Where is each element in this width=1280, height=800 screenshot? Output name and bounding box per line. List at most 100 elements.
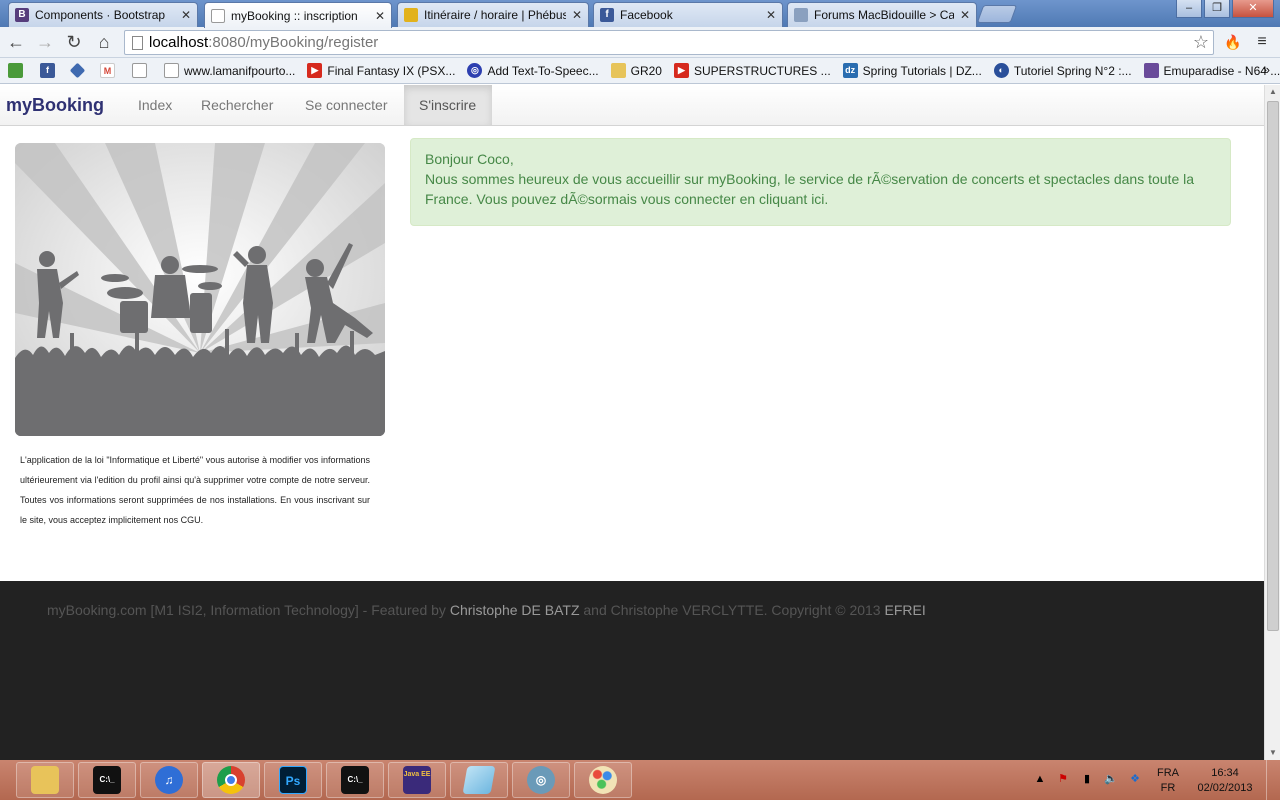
nav-sinscrire[interactable]: S'inscrire xyxy=(404,85,492,125)
success-alert: Bonjour Coco, Nous sommes heureux de vou… xyxy=(410,138,1231,226)
bookmarks-bar: f M www.lamanifpourto... ▶ Final Fantasy … xyxy=(0,58,1280,84)
concert-silhouette-image xyxy=(15,143,385,436)
page-icon xyxy=(132,36,143,50)
network-icon[interactable]: ▮ xyxy=(1080,772,1094,786)
bookmark-superstructures[interactable]: ▶ SUPERSTRUCTURES ... xyxy=(673,63,831,78)
more-bookmarks-icon[interactable]: » xyxy=(1263,62,1270,77)
clock-date: 02/02/2013 xyxy=(1197,782,1253,794)
url-host: localhost xyxy=(149,34,209,51)
close-icon[interactable]: ✕ xyxy=(572,8,582,22)
close-icon[interactable]: ✕ xyxy=(181,8,191,22)
bookmark-emuparadise[interactable]: Emuparadise - N64 ... xyxy=(1143,63,1280,78)
back-icon[interactable]: ← xyxy=(4,31,28,55)
bookmark-lamanif[interactable]: www.lamanifpourto... xyxy=(164,63,295,78)
bookmark-diamond[interactable] xyxy=(69,62,88,79)
taskbar-javaee[interactable]: Java EE xyxy=(388,762,446,798)
alert-greeting: Bonjour Coco, xyxy=(425,151,514,167)
close-icon[interactable]: ✕ xyxy=(766,8,776,22)
tab-components-bootstrap[interactable]: B Components · Bootstrap ✕ xyxy=(8,2,198,27)
dzone-icon: dz xyxy=(842,63,858,78)
language-indicator[interactable]: FRA FR xyxy=(1157,766,1179,796)
reload-icon[interactable]: ↻ xyxy=(62,31,86,55)
tab-label: Forums MacBidouille > Ca xyxy=(814,8,954,22)
extension-flame-icon[interactable]: 🔥 xyxy=(1224,34,1241,50)
taskbar-paint[interactable] xyxy=(574,762,632,798)
tab-label: Facebook xyxy=(620,8,673,22)
bookmark-page[interactable] xyxy=(132,63,152,78)
notepad-icon xyxy=(462,766,496,794)
dropbox-icon[interactable]: ❖ xyxy=(1128,772,1142,786)
close-window-button[interactable]: ✕ xyxy=(1232,0,1274,18)
forward-icon[interactable]: → xyxy=(33,31,57,55)
bookmark-label: www.lamanifpourto... xyxy=(184,63,296,78)
minimize-button[interactable]: – xyxy=(1176,0,1202,18)
bookmark-facebook[interactable]: f xyxy=(40,63,60,78)
diamond-icon xyxy=(69,62,86,79)
page-icon xyxy=(211,8,225,23)
facebook-icon: f xyxy=(40,63,55,78)
bookmark-add-text[interactable]: ◎ Add Text-To-Speec... xyxy=(467,63,599,78)
legal-notice: L'application de la loi "Informatique et… xyxy=(20,455,370,525)
nav-rechercher[interactable]: Rechercher xyxy=(186,85,288,125)
taskbar-photoshop[interactable]: Ps xyxy=(264,762,322,798)
bookmark-gr20[interactable]: GR20 xyxy=(610,63,662,78)
action-center-flag-icon[interactable]: ⚑ xyxy=(1056,772,1070,786)
tab-mybooking-inscription[interactable]: myBooking :: inscription ✕ xyxy=(204,2,392,28)
nav-se-connecter[interactable]: Se connecter xyxy=(290,85,403,125)
windows-taskbar: C:\_ ♫ Ps C:\_ Java EE ◎ ▲ ⚑ ▮ 🔈 ❖ FRA F… xyxy=(0,760,1280,800)
new-tab-button[interactable] xyxy=(976,5,1018,23)
home-icon[interactable]: ⌂ xyxy=(92,31,116,55)
n64-icon xyxy=(1143,63,1159,78)
footer-text: myBooking.com [M1 ISI2, Information Tech… xyxy=(47,602,926,618)
tab-itineraire[interactable]: Itinéraire / horaire | Phébus ✕ xyxy=(397,2,589,27)
site-brand[interactable]: myBooking xyxy=(6,95,104,116)
taskbar-chrome[interactable] xyxy=(202,762,260,798)
bookmark-apps[interactable] xyxy=(8,63,28,78)
system-clock[interactable]: 16:34 02/02/2013 xyxy=(1195,766,1255,796)
footer-prefix: myBooking.com [M1 ISI2, Information Tech… xyxy=(47,602,450,618)
volume-icon[interactable]: 🔈 xyxy=(1104,772,1118,786)
bookmark-label: Add Text-To-Speec... xyxy=(487,63,599,78)
address-bar[interactable]: localhost:8080/myBooking/register ☆ xyxy=(124,30,1214,55)
bookmark-star-icon[interactable]: ☆ xyxy=(1193,31,1209,54)
scroll-up-icon[interactable]: ▲ xyxy=(1265,85,1280,99)
scroll-thumb[interactable] xyxy=(1267,101,1279,631)
itunes-icon: ♫ xyxy=(155,766,183,794)
close-icon[interactable]: ✕ xyxy=(375,9,385,23)
bookmark-gmail[interactable]: M xyxy=(100,63,120,78)
footer-author-link[interactable]: Christophe DE BATZ xyxy=(450,602,580,618)
tab-label: Itinéraire / horaire | Phébus xyxy=(424,8,566,22)
show-desktop-button[interactable] xyxy=(1266,760,1280,800)
bookmark-final-fantasy[interactable]: ▶ Final Fantasy IX (PSX... xyxy=(307,63,455,78)
url-path: :8080/myBooking/register xyxy=(208,34,379,51)
palette-icon xyxy=(589,766,617,794)
page-viewport: myBooking Index Rechercher Se connecter … xyxy=(0,85,1264,760)
taskbar-cmd2[interactable]: C:\_ xyxy=(326,762,384,798)
footer-middle: and Christophe VERCLYTTE. Copyright © 20… xyxy=(579,602,885,618)
photoshop-icon: Ps xyxy=(279,766,307,794)
taskbar-explorer[interactable] xyxy=(16,762,74,798)
taskbar-app9[interactable]: ◎ xyxy=(512,762,570,798)
taskbar-itunes[interactable]: ♫ xyxy=(140,762,198,798)
taskbar-notepad[interactable] xyxy=(450,762,508,798)
tab-facebook[interactable]: f Facebook ✕ xyxy=(593,2,783,27)
page-scrollbar[interactable]: ▲ ▼ xyxy=(1264,85,1280,760)
nav-index[interactable]: Index xyxy=(123,85,187,125)
bookmark-label: SUPERSTRUCTURES ... xyxy=(693,63,831,78)
footer-school-link[interactable]: EFREI xyxy=(884,602,925,618)
bookmark-tutoriel-spring[interactable]: ◐ Tutoriel Spring N°2 :... xyxy=(993,63,1132,78)
taskbar-cmd[interactable]: C:\_ xyxy=(78,762,136,798)
bookmark-label: Tutoriel Spring N°2 :... xyxy=(1013,63,1132,78)
scroll-down-icon[interactable]: ▼ xyxy=(1265,746,1280,760)
restore-button[interactable]: ❐ xyxy=(1204,0,1230,18)
tab-forums-macbidouille[interactable]: Forums MacBidouille > Ca ✕ xyxy=(787,2,977,27)
clock-time: 16:34 xyxy=(1211,767,1239,779)
chrome-icon xyxy=(217,766,245,794)
tray-expand-icon[interactable]: ▲ xyxy=(1033,772,1047,786)
bookmark-label: Spring Tutorials | DZ... xyxy=(862,63,982,78)
site-navbar: myBooking Index Rechercher Se connecter … xyxy=(0,85,1264,126)
bookmark-spring-dz[interactable]: dz Spring Tutorials | DZ... xyxy=(842,63,982,78)
menu-icon[interactable]: ≡ xyxy=(1254,34,1270,50)
close-icon[interactable]: ✕ xyxy=(960,8,970,22)
gmail-icon: M xyxy=(100,63,115,78)
